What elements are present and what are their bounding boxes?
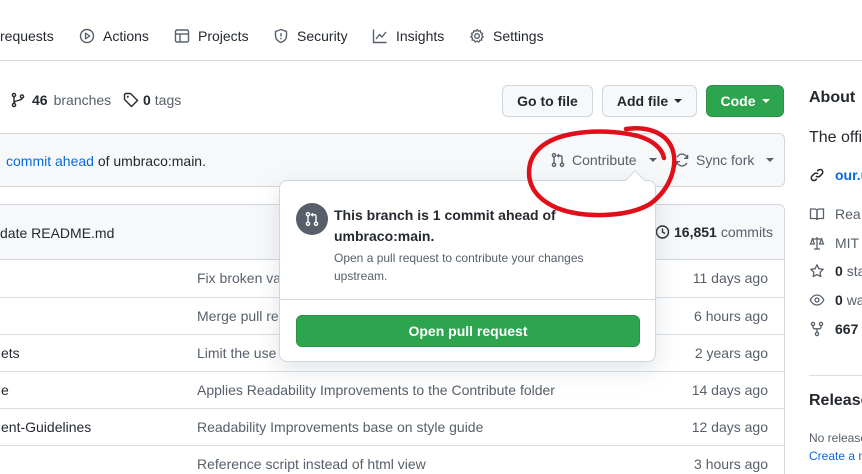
tags-count: 0 (143, 92, 151, 108)
graph-icon (372, 28, 388, 44)
file-name[interactable]: e (1, 382, 9, 398)
create-release-link[interactable]: Create a n (809, 449, 862, 463)
watching-label: wa (846, 292, 862, 308)
shield-icon (273, 28, 289, 44)
file-commit-message[interactable]: Readability Improvements base on style g… (197, 419, 483, 435)
watching-count: 0 (835, 292, 843, 308)
sync-fork-label: Sync fork (696, 152, 755, 168)
table-row: Reference script instead of html view 3 h… (0, 445, 784, 474)
file-commit-age: 3 hours ago (694, 456, 768, 472)
license-label: MIT (835, 235, 860, 251)
book-icon (809, 206, 825, 222)
forks-link[interactable]: 667 (809, 321, 858, 337)
stars-count: 0 (835, 263, 843, 279)
commits-count: 16,851 (674, 224, 717, 240)
tab-security[interactable]: Security (273, 28, 348, 44)
readme-label: Rea (835, 206, 861, 222)
sidebar-divider (809, 375, 862, 376)
tab-projects-label: Projects (198, 28, 249, 44)
tab-projects[interactable]: Projects (174, 28, 249, 44)
table-icon (174, 28, 190, 44)
tab-settings-label: Settings (493, 28, 544, 44)
file-commit-age: 2 years ago (694, 345, 768, 361)
releases-heading[interactable]: Release (809, 392, 862, 410)
file-name[interactable]: ent-Guidelines (1, 419, 91, 435)
file-commit-age: 14 days ago (691, 382, 768, 398)
commit-ahead-link[interactable]: commit ahead (6, 153, 94, 169)
readme-link[interactable]: Rea (809, 206, 861, 222)
table-row: ent-Guidelines Readability Improvements b… (0, 408, 784, 445)
branch-status-suffix: of umbraco:main. (97, 153, 206, 169)
chevron-down-icon (674, 99, 683, 103)
license-link[interactable]: MIT (809, 235, 859, 251)
file-commit-message[interactable]: Limit the use (197, 345, 276, 361)
git-pull-request-icon (296, 203, 328, 235)
file-commit-message[interactable]: Fix broken va (197, 270, 281, 286)
tab-pull-requests[interactable]: requests (0, 28, 54, 44)
popover-description: Open a pull request to contribute your c… (334, 251, 584, 283)
latest-commit-message[interactable]: date README.md (0, 225, 114, 241)
watchers-link[interactable]: 0 wa (809, 292, 862, 308)
branches-label: branches (53, 92, 112, 108)
branch-icon (10, 92, 26, 108)
about-description: The offi (809, 129, 862, 146)
add-file-label: Add file (616, 93, 669, 109)
star-icon (809, 263, 825, 279)
file-commit-age: 6 hours ago (694, 308, 768, 324)
file-commit-message[interactable]: Reference script instead of html view (197, 456, 426, 472)
no-releases-text: No release (809, 431, 862, 445)
tab-insights-label: Insights (396, 28, 445, 44)
file-commit-message[interactable]: Applies Readability Improvements to the … (197, 382, 555, 398)
law-icon (809, 235, 825, 251)
chevron-down-icon (761, 99, 770, 103)
sync-fork-button[interactable]: Sync fork (674, 152, 775, 168)
popover-divider (280, 299, 655, 300)
tags-link[interactable]: 0 tags (123, 92, 181, 108)
eye-icon (809, 292, 825, 308)
homepage-link[interactable]: our.u (809, 167, 862, 183)
homepage-label: our.u (835, 167, 862, 183)
branch-status-text: commit ahead of umbraco:main. (6, 153, 206, 169)
file-commit-age: 11 days ago (692, 270, 768, 286)
open-pull-request-button[interactable]: Open pull request (296, 315, 640, 347)
file-commit-message[interactable]: Merge pull re (197, 308, 279, 324)
chevron-down-icon (766, 158, 775, 162)
fork-icon (809, 321, 825, 337)
branches-link[interactable]: 46 branches (10, 92, 111, 108)
tab-settings[interactable]: Settings (469, 28, 544, 44)
table-row: e Applies Readability Improvements to the… (0, 371, 784, 408)
history-icon (654, 224, 670, 240)
gear-icon (469, 28, 485, 44)
code-label: Code (720, 93, 756, 109)
go-to-file-button[interactable]: Go to file (502, 85, 593, 117)
about-heading: About (809, 89, 856, 106)
file-commit-age: 12 days ago (691, 419, 768, 435)
forks-count: 667 (835, 321, 859, 337)
tab-insights[interactable]: Insights (372, 28, 444, 44)
tab-actions[interactable]: Actions (79, 28, 149, 44)
tab-security-label: Security (297, 28, 348, 44)
branches-count: 46 (32, 92, 48, 108)
play-icon (79, 28, 95, 44)
add-file-button[interactable]: Add file (602, 85, 697, 117)
link-icon (809, 167, 825, 183)
stars-label: sta (846, 263, 862, 279)
tab-pull-requests-label: requests (0, 28, 54, 44)
tab-actions-label: Actions (103, 28, 149, 44)
go-to-file-label: Go to file (517, 93, 578, 109)
code-button[interactable]: Code (706, 85, 784, 117)
stars-link[interactable]: 0 sta (809, 263, 862, 279)
commits-link[interactable]: 16,851 commits (654, 224, 773, 240)
tag-icon (123, 92, 139, 108)
file-name[interactable]: ets (1, 345, 20, 361)
commits-label: commits (720, 224, 773, 240)
annotation-circle (526, 126, 677, 218)
tags-label: tags (154, 92, 182, 108)
